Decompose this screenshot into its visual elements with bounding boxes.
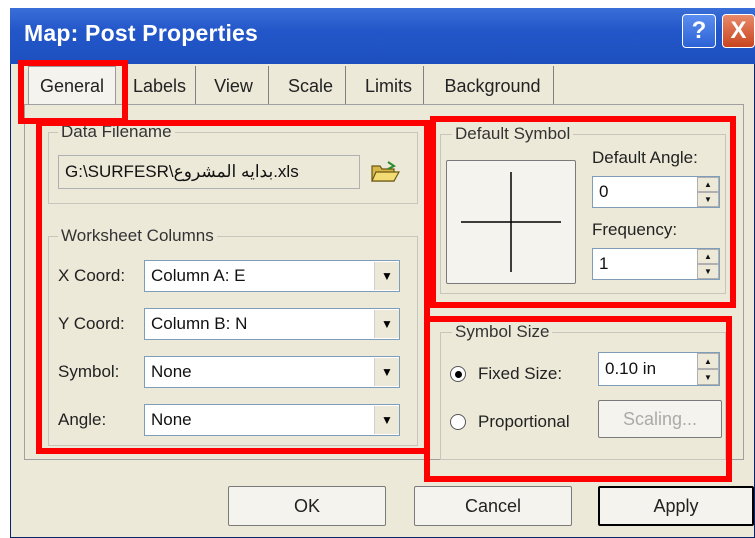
tab-view[interactable]: View [199, 66, 269, 106]
highlight-data-columns [36, 120, 430, 454]
tab-label: Labels [132, 75, 187, 96]
highlight-symbol-size [424, 316, 732, 482]
tab-labels[interactable]: Labels [124, 66, 196, 106]
tab-background[interactable]: Background [432, 66, 554, 106]
tab-limits[interactable]: Limits [354, 66, 424, 106]
window-title: Map: Post Properties [24, 20, 259, 46]
close-icon: X [730, 17, 747, 44]
help-button[interactable]: ? [682, 14, 716, 48]
highlight-default-symbol [430, 116, 736, 308]
tab-label: Limits [364, 75, 412, 96]
ok-label: OK [293, 495, 320, 516]
highlight-general-tab [18, 60, 128, 124]
apply-label: Apply [653, 495, 699, 516]
tab-label: Scale [287, 75, 334, 96]
cancel-label: Cancel [464, 495, 522, 516]
ok-button[interactable]: OK [228, 486, 386, 526]
close-button[interactable]: X [722, 14, 755, 48]
tab-label: View [214, 75, 253, 96]
apply-button[interactable]: Apply [598, 486, 754, 526]
tab-scale[interactable]: Scale [276, 66, 346, 106]
help-icon: ? [691, 17, 707, 44]
cancel-button[interactable]: Cancel [414, 486, 572, 526]
tab-label: Background [444, 75, 541, 96]
